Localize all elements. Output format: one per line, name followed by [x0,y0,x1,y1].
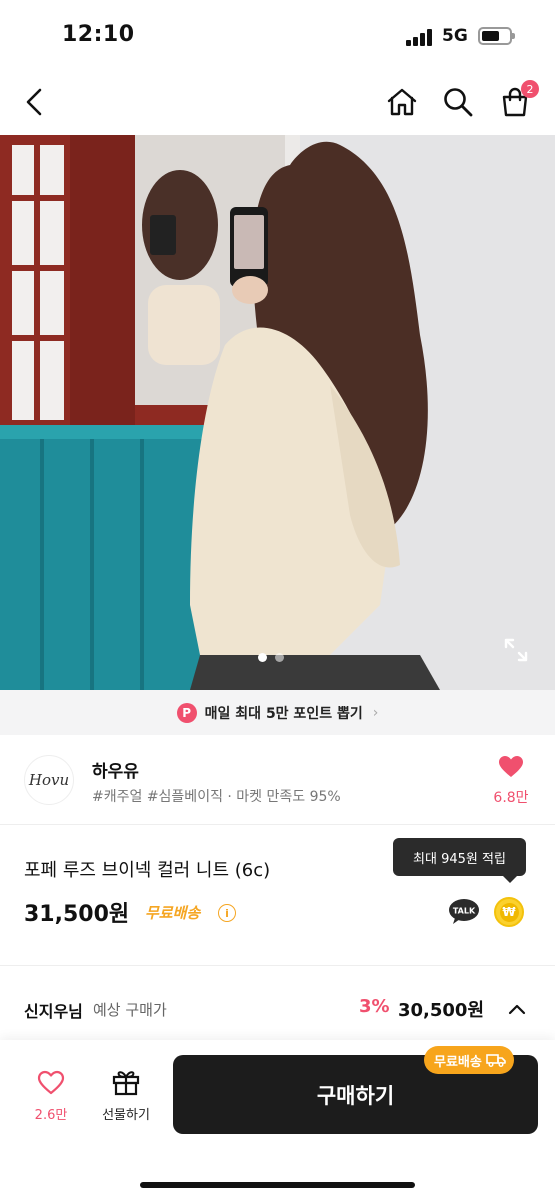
chevron-up-icon[interactable] [506,998,528,1020]
user-name: 신지우님 [24,1002,83,1021]
promo-text: 매일 최대 5만 포인트 뽑기 [204,705,363,722]
store-logo[interactable]: Hovu [24,755,74,805]
heart-outline-icon [37,1070,65,1095]
carousel-dot-active[interactable] [258,653,267,662]
expected-price-label: 예상 구매가 [93,1001,167,1019]
store-name[interactable]: 하우유 [92,757,139,782]
heart-filled-icon [499,756,523,777]
won-coin-icon: ₩ [499,902,519,922]
free-shipping-badge: 무료배송 [424,1046,514,1074]
expected-price-row[interactable]: 신지우님 예상 구매가 3% 30,500원 [0,984,555,1034]
talk-icon: TALK [449,899,479,924]
product-image[interactable] [0,135,555,690]
carousel-dot[interactable] [275,653,284,662]
chevron-left-icon [26,88,42,116]
cart-count-badge: 2 [521,80,539,98]
home-icon [387,88,417,116]
cart-button[interactable]: 2 [495,80,539,122]
status-bar: 12:10 5G [0,0,555,70]
top-nav: 2 [0,70,555,135]
carousel-dots [258,653,284,662]
talk-label: TALK [453,907,476,916]
bottom-action-bar: 2.6만 선물하기 구매하기 무료배송 [0,1040,555,1200]
chevron-right-icon: › [372,704,379,721]
points-promo-banner[interactable]: P 매일 최대 5만 포인트 뽑기 › [0,690,555,735]
points-tooltip: 최대 945원 적립 [393,838,526,883]
kakao-talk-button[interactable]: TALK [448,898,480,924]
back-button[interactable] [14,82,54,122]
store-row: Hovu 하우유 #캐주얼 #심플베이직 · 마켓 만족도 95% 6.8만 [0,735,555,825]
gift-icon [112,1071,140,1096]
store-like-button[interactable]: 6.8만 [489,755,533,807]
network-label: 5G [442,26,468,46]
product-like-count: 2.6만 [34,1108,68,1123]
expected-price-value: 30,500원 [398,1000,485,1021]
section-divider [0,965,555,966]
free-shipping-label: 무료배송 [145,904,201,922]
points-icon: P [176,702,197,723]
gift-label: 선물하기 [102,1108,150,1123]
gift-button[interactable]: 선물하기 [94,1068,158,1123]
product-price: 31,500원 [24,902,130,927]
search-button[interactable] [438,82,478,122]
home-button[interactable] [382,82,422,122]
store-like-count: 6.8만 [493,790,529,806]
home-indicator [140,1182,415,1188]
status-time: 12:10 [62,22,135,47]
free-shipping-badge-label: 무료배송 [434,1054,482,1070]
product-like-button[interactable]: 2.6만 [26,1070,76,1123]
signal-icon [406,29,436,46]
points-coin-button[interactable]: ₩ [494,897,524,927]
product-photo [0,135,555,690]
search-icon [444,88,473,117]
discount-percent: 3% [359,996,390,1017]
product-title: 포페 루즈 브이넥 컬러 니트 (6c) [24,860,271,881]
expand-image-button[interactable] [502,636,530,664]
store-tags: #캐주얼 #심플베이직 · 마켓 만족도 95% [92,789,341,805]
info-icon[interactable]: i [218,904,236,922]
battery-icon [478,27,515,45]
expand-icon [504,638,528,662]
truck-icon [486,1054,506,1067]
